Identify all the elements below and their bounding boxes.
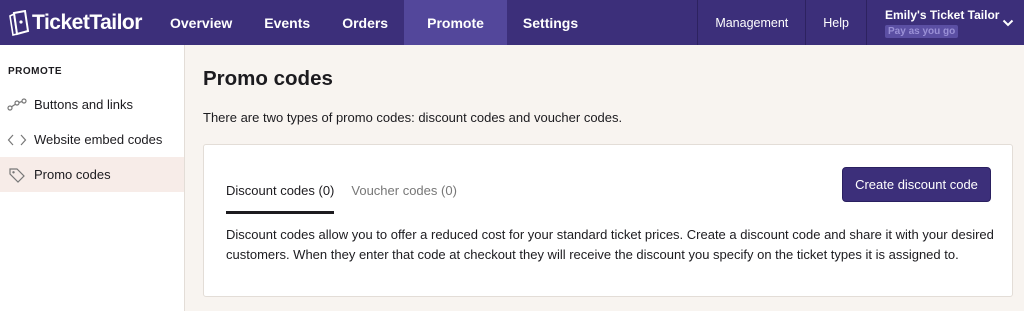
account-name: Emily's Ticket Tailor: [885, 7, 1000, 22]
sidebar-heading: PROMOTE: [8, 66, 63, 77]
sidebar-item-buttons-and-links[interactable]: Buttons and links: [0, 87, 184, 122]
logo[interactable]: TicketTailor: [0, 0, 160, 45]
share-nodes-icon: [6, 97, 28, 112]
nav-settings[interactable]: Settings: [507, 0, 594, 45]
ticket-logo-icon: [9, 9, 30, 36]
tag-icon: [6, 167, 28, 183]
nav-events[interactable]: Events: [248, 0, 326, 45]
create-discount-code-button[interactable]: Create discount code: [842, 167, 991, 202]
sidebar-item-label: Buttons and links: [34, 97, 134, 112]
chevron-down-icon: [1002, 19, 1014, 26]
right-nav: Management Help Emily's Ticket Tailor Pa…: [697, 0, 1024, 45]
sidebar: PROMOTE Buttons and links Website embed …: [0, 45, 185, 311]
sidebar-item-label: Promo codes: [34, 167, 111, 182]
promo-tabs: Discount codes (0) Voucher codes (0): [226, 171, 474, 214]
management-link[interactable]: Management: [697, 0, 805, 45]
tab-discount-codes[interactable]: Discount codes (0): [226, 171, 335, 214]
sidebar-item-promo-codes[interactable]: Promo codes: [0, 157, 184, 192]
nav-overview[interactable]: Overview: [160, 0, 248, 45]
account-menu[interactable]: Emily's Ticket Tailor Pay as you go: [866, 0, 1024, 45]
nav-promote[interactable]: Promote: [404, 0, 507, 45]
brand-name: TicketTailor: [32, 10, 142, 34]
code-brackets-icon: [6, 133, 28, 147]
intro-text: There are two types of promo codes: disc…: [203, 110, 623, 125]
help-link[interactable]: Help: [805, 0, 866, 45]
main-nav: Overview Events Orders Promote Settings: [160, 0, 594, 45]
sidebar-item-website-embed-codes[interactable]: Website embed codes: [0, 122, 184, 157]
top-navigation-bar: TicketTailor Overview Events Orders Prom…: [0, 0, 1024, 45]
promo-codes-card: Discount codes (0) Voucher codes (0) Cre…: [203, 144, 1013, 297]
nav-orders[interactable]: Orders: [326, 0, 404, 45]
main-content: Promo codes There are two types of promo…: [186, 45, 1024, 311]
sidebar-item-label: Website embed codes: [34, 132, 163, 147]
discount-codes-description: Discount codes allow you to offer a redu…: [226, 227, 994, 262]
plan-badge: Pay as you go: [885, 24, 959, 38]
tab-voucher-codes[interactable]: Voucher codes (0): [351, 171, 457, 210]
account-info: Emily's Ticket Tailor Pay as you go: [885, 8, 999, 38]
page-title: Promo codes: [203, 67, 333, 90]
